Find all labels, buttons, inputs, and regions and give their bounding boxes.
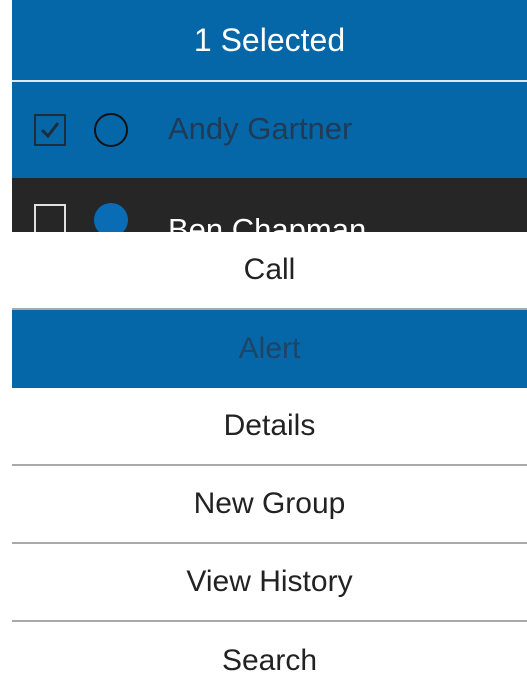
menu-item-search[interactable]: Search [12,622,527,685]
menu-item-details[interactable]: Details [12,388,527,466]
menu-item-call[interactable]: Call [12,232,527,310]
menu-item-label: New Group [193,487,346,520]
menu-item-label: Alert [238,332,301,365]
menu-item-new-group[interactable]: New Group [12,466,527,544]
selection-header: 1 Selected [12,0,527,82]
menu-item-label: Call [243,253,296,286]
menu-item-view-history[interactable]: View History [12,544,527,622]
menu-item-alert[interactable]: Alert [12,310,527,388]
presence-outline-icon [94,113,128,147]
presence-filled-icon [94,203,128,232]
checkbox-empty-icon[interactable] [34,204,66,232]
contact-name: Ben Chapman [168,212,367,232]
contact-row-ben-chapman[interactable]: Ben Chapman [12,178,527,232]
context-screen: 1 Selected Andy Gartner Ben Chapman Call… [12,0,527,685]
contact-name: Andy Gartner [168,111,353,146]
contact-row-andy-gartner[interactable]: Andy Gartner [12,82,527,178]
menu-item-label: Search [221,644,318,677]
menu-item-label: Details [223,409,316,442]
checkbox-checked-icon[interactable] [34,114,66,146]
app-window: 1 Selected Andy Gartner Ben Chapman Call… [0,0,527,685]
menu-item-label: View History [186,565,353,598]
selection-count-title: 1 Selected [193,21,346,58]
